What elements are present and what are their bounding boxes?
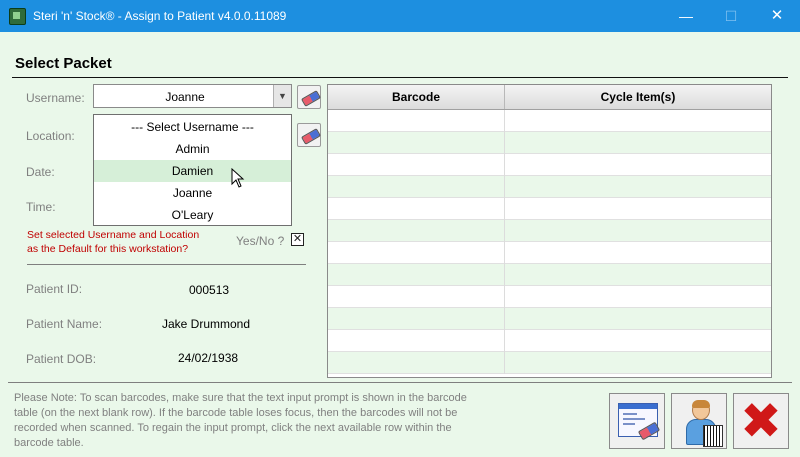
scan-note: Please Note: To scan barcodes, make sure… <box>14 392 467 449</box>
assign-patient-icon <box>686 400 723 447</box>
clear-form-button[interactable] <box>609 393 665 449</box>
default-prompt-line1: Set selected Username and Location <box>27 229 200 241</box>
patient-divider <box>27 264 306 265</box>
dropdown-option[interactable]: --- Select Username --- <box>94 116 291 138</box>
table-row[interactable] <box>328 242 771 264</box>
close-button[interactable]: ✕ <box>754 0 800 32</box>
table-row[interactable] <box>328 286 771 308</box>
cancel-button[interactable]: ✖ <box>733 393 789 449</box>
patient-name-value: Jake Drummond <box>162 317 251 331</box>
default-checkbox[interactable]: ✕ <box>291 233 304 246</box>
maximize-button[interactable]: ☐ <box>708 0 754 32</box>
table-row[interactable] <box>328 220 771 242</box>
dialog-client: Select Packet Username: Joanne ▼ Locatio… <box>0 32 800 457</box>
clear-username-button[interactable] <box>297 85 322 109</box>
eraser-icon <box>300 90 322 107</box>
dropdown-option[interactable]: O'Leary <box>94 204 291 226</box>
title-bar: Steri 'n' Stock® - Assign to Patient v4.… <box>0 0 800 32</box>
table-header: Barcode Cycle Item(s) <box>328 85 771 110</box>
dropdown-option-highlighted[interactable]: Damien <box>94 160 291 182</box>
username-value: Joanne <box>165 90 205 104</box>
yesno-label: Yes/No ? <box>236 234 285 248</box>
patient-dob-value: 24/02/1938 <box>178 351 239 365</box>
location-label: Location: <box>26 129 75 143</box>
table-row[interactable] <box>328 132 771 154</box>
barcode-table[interactable]: Barcode Cycle Item(s) <box>327 84 772 378</box>
window-title: Steri 'n' Stock® - Assign to Patient v4.… <box>33 9 287 23</box>
table-row[interactable] <box>328 330 771 352</box>
clear-form-icon <box>618 403 661 441</box>
table-row[interactable] <box>328 308 771 330</box>
mouse-cursor-icon <box>231 168 245 188</box>
cancel-icon: ✖ <box>740 392 782 450</box>
column-header-barcode[interactable]: Barcode <box>328 85 505 109</box>
clear-location-button[interactable] <box>297 123 322 147</box>
eraser-icon <box>300 128 322 145</box>
patient-name-label: Patient Name: <box>26 317 103 331</box>
footer-divider <box>8 382 792 383</box>
assign-patient-button[interactable] <box>671 393 727 449</box>
dropdown-option[interactable]: Admin <box>94 138 291 160</box>
table-row[interactable] <box>328 176 771 198</box>
table-row[interactable] <box>328 154 771 176</box>
minimize-button[interactable]: — <box>663 0 709 32</box>
section-heading: Select Packet <box>15 55 112 72</box>
date-label: Date: <box>26 165 55 179</box>
username-label: Username: <box>26 91 85 105</box>
patient-id-value: 000513 <box>189 283 230 297</box>
patient-id-label: Patient ID: <box>26 282 83 296</box>
heading-divider <box>12 77 788 78</box>
username-dropdown-list[interactable]: --- Select Username --- Admin Damien Joa… <box>93 114 292 226</box>
table-row[interactable] <box>328 264 771 286</box>
username-select[interactable]: Joanne ▼ <box>93 84 292 108</box>
dropdown-option[interactable]: Joanne <box>94 182 291 204</box>
patient-dob-label: Patient DOB: <box>26 352 97 366</box>
chevron-down-icon[interactable]: ▼ <box>273 85 291 107</box>
app-icon <box>9 8 26 25</box>
table-row[interactable] <box>328 198 771 220</box>
table-row[interactable] <box>328 352 771 374</box>
time-label: Time: <box>26 200 56 214</box>
column-header-cycle-items[interactable]: Cycle Item(s) <box>505 85 771 109</box>
table-row[interactable] <box>328 110 771 132</box>
default-prompt-line2: as the Default for this workstation? <box>27 243 189 255</box>
